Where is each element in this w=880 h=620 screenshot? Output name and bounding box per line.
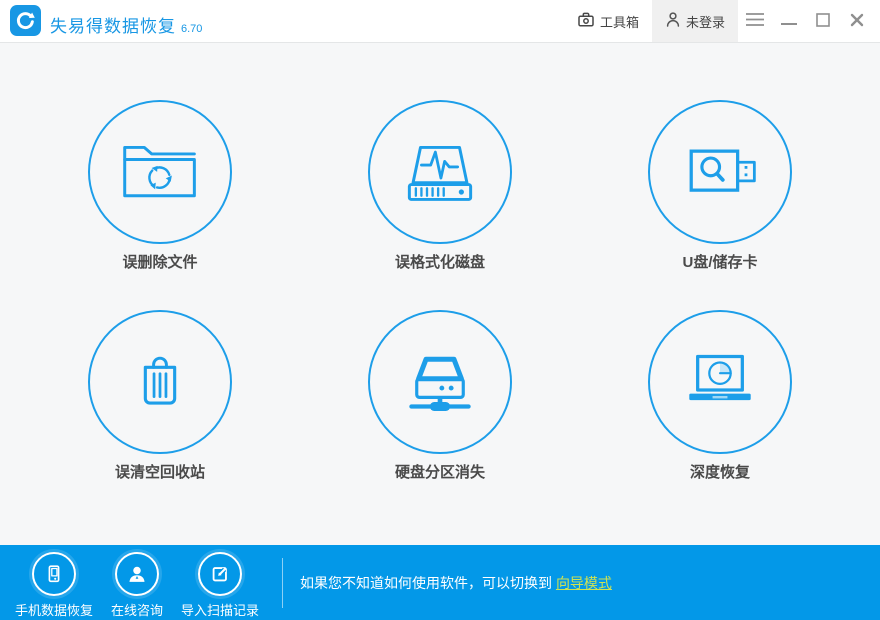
online-support-button[interactable]: 在线咨询 (102, 545, 172, 620)
tile-label: 硬盘分区消失 (394, 464, 485, 481)
footer-divider (282, 557, 284, 608)
app-title-group: 失易得数据恢复 6.70 (50, 0, 202, 42)
titlebar-spacer (202, 0, 564, 42)
tile-label: U盘/储存卡 (682, 254, 758, 271)
footer-item-label: 手机数据恢复 (15, 603, 94, 618)
minimize-button[interactable] (772, 0, 806, 42)
tile-usb-card[interactable]: U盘/储存卡 (580, 100, 860, 274)
login-label: 未登录 (685, 14, 725, 30)
menu-button[interactable] (738, 0, 772, 42)
wizard-hint-text: 如果您不知道如何使用软件，可以切换到 (300, 574, 556, 591)
phone-icon (32, 552, 76, 596)
app-version: 6.70 (181, 23, 203, 35)
recovery-mode-grid: 误删除文件 误格式化磁盘 U盘/储存卡 误清空回收站 硬盘分区消失 深度恢复 (0, 43, 880, 545)
app-window: 失易得数据恢复 6.70 工具箱 未登录 误删除文件 误格式化磁盘 U盘/储存卡… (0, 0, 880, 620)
login-button[interactable]: 未登录 (651, 0, 738, 42)
title-bar: 失易得数据恢复 6.70 工具箱 未登录 (0, 0, 880, 43)
toolbox-button[interactable]: 工具箱 (564, 0, 652, 42)
phone-recovery-button[interactable]: 手机数据恢复 (6, 545, 102, 620)
toolbox-label: 工具箱 (599, 14, 639, 30)
import-icon (198, 552, 243, 596)
tile-label: 深度恢复 (689, 464, 750, 481)
drive-network-icon (368, 310, 512, 454)
tile-formatted-disk[interactable]: 误格式化磁盘 (300, 100, 580, 274)
toolbox-icon (577, 11, 595, 31)
tile-deleted-files[interactable]: 误删除文件 (20, 100, 300, 274)
trash-icon (88, 310, 232, 454)
maximize-icon (816, 12, 830, 30)
usb-search-icon (648, 100, 792, 244)
close-button[interactable] (840, 0, 874, 42)
tile-label: 误格式化磁盘 (394, 254, 485, 271)
app-title: 失易得数据恢复 (50, 17, 176, 36)
folder-recycle-icon (88, 100, 232, 244)
footer-item-label: 在线咨询 (111, 603, 164, 618)
disk-waveform-icon (368, 100, 512, 244)
footer-bar: 手机数据恢复 在线咨询 导入扫描记录 如果您不知道如何使用软件，可以切换到 向导… (0, 545, 880, 620)
person-icon (115, 552, 160, 596)
footer-item-label: 导入扫描记录 (181, 603, 260, 618)
tile-recycle-bin[interactable]: 误清空回收站 (20, 310, 300, 484)
tile-label: 误删除文件 (122, 254, 198, 271)
wizard-mode-link[interactable]: 向导模式 (556, 575, 612, 591)
minimize-icon (781, 14, 797, 29)
maximize-button[interactable] (806, 0, 840, 42)
tile-label: 误清空回收站 (114, 464, 205, 481)
app-logo-icon (10, 5, 41, 36)
import-scan-record-button[interactable]: 导入扫描记录 (172, 545, 268, 620)
laptop-pie-icon (648, 310, 792, 454)
tile-deep-recovery[interactable]: 深度恢复 (580, 310, 860, 484)
wizard-hint: 如果您不知道如何使用软件，可以切换到 向导模式 (300, 573, 612, 593)
tile-lost-partition[interactable]: 硬盘分区消失 (300, 310, 580, 484)
user-icon (665, 11, 681, 31)
menu-icon (745, 12, 765, 30)
close-icon (850, 13, 864, 30)
